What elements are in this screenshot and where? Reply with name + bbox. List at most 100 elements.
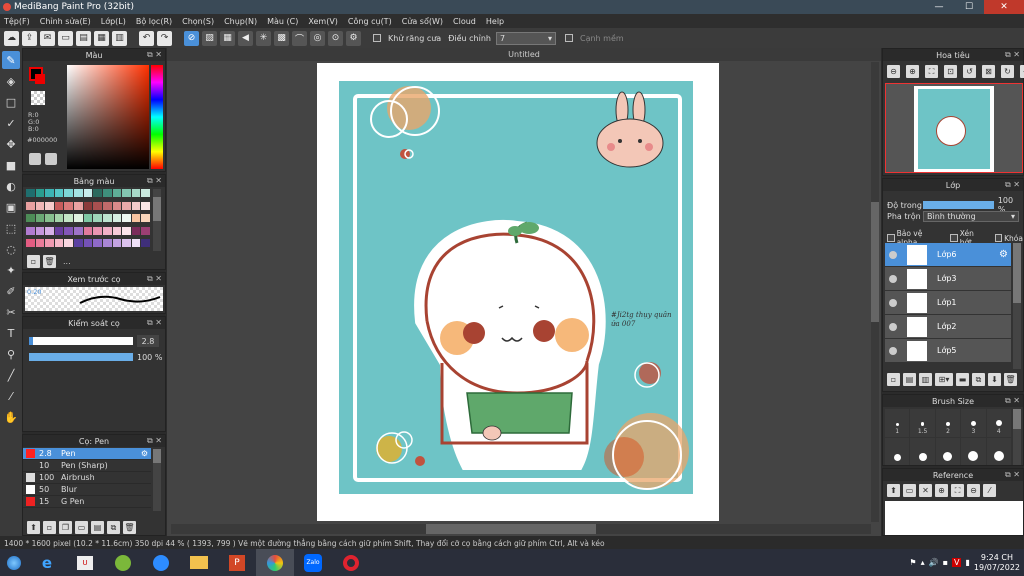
new-halftone-layer-icon[interactable]: ▤ [903, 373, 916, 386]
select-tool-icon[interactable]: ⬚ [2, 219, 20, 237]
new-brush-icon[interactable]: ▫ [43, 521, 56, 534]
layer-menu-icon[interactable]: ⊞▾ [935, 373, 953, 386]
close-button[interactable]: ✕ [984, 0, 1024, 14]
select-eraser-icon[interactable]: ✂ [2, 303, 20, 321]
zoom-in-icon[interactable]: ⊕ [906, 65, 919, 78]
message-icon[interactable]: ▭ [58, 30, 73, 46]
brush-size-scrollbar[interactable] [1013, 409, 1021, 465]
reference-view[interactable] [885, 501, 1023, 535]
menu-color[interactable]: Màu (C) [267, 17, 298, 26]
panel-options-icon[interactable]: ⧉ ✕ [1005, 180, 1020, 190]
circle-snap-icon[interactable]: ◎ [310, 30, 325, 46]
snap-off-icon[interactable]: ⊘ [184, 30, 199, 46]
volume-icon[interactable]: 🔊 [929, 558, 939, 567]
ref-eyedropper-icon[interactable]: ⁄ [983, 484, 996, 497]
brush-size-cell[interactable] [961, 437, 986, 465]
canvas-area[interactable]: Untitled #Ji2tg thụy quân ứa 007 [167, 48, 881, 536]
hue-slider[interactable] [151, 65, 163, 169]
eye-icon[interactable] [889, 274, 897, 283]
vertical-scrollbar[interactable] [871, 62, 879, 522]
clipping-checkbox[interactable] [950, 234, 958, 242]
layer-item[interactable]: Lớp1 [885, 291, 1011, 315]
brush-item[interactable]: 2.8 Pen ⚙ [23, 448, 151, 460]
panel-options-icon[interactable]: ⧉ ✕ [147, 274, 162, 284]
brush-duplicate-icon[interactable]: ⧉ [107, 521, 120, 534]
taskbar-powerpoint-icon[interactable]: P [218, 549, 256, 576]
panel-options-icon[interactable]: ⧉ ✕ [1005, 396, 1020, 406]
antialias-checkbox[interactable] [373, 34, 381, 42]
taskbar-medibang-icon[interactable] [256, 549, 294, 576]
gradient-tool-icon[interactable]: ▣ [2, 198, 20, 216]
brush-size-cell[interactable]: 3 [961, 409, 986, 437]
eye-icon[interactable] [889, 346, 897, 355]
upload-icon[interactable]: ⇪ [22, 30, 37, 46]
clock[interactable]: 9:24 CH 19/07/2022 [974, 553, 1020, 573]
grid-icon[interactable]: ▦ [94, 30, 109, 46]
network-icon[interactable]: ▮ [965, 558, 969, 567]
ref-zoom-out-icon[interactable]: ⊖ [967, 484, 980, 497]
palette-scrollbar[interactable] [153, 189, 161, 251]
brush-size-cell[interactable]: 1.5 [910, 409, 935, 437]
brush-size-cell[interactable] [885, 437, 910, 465]
ref-fit-icon[interactable]: ⛶ [951, 484, 964, 497]
document-page[interactable]: #Ji2tg thụy quân ứa 007 [317, 63, 719, 521]
ref-upload-icon[interactable]: ⬆ [887, 484, 900, 497]
new-palette-icon[interactable]: ▫ [27, 255, 40, 268]
lasso-tool-icon[interactable]: ◌ [2, 240, 20, 258]
concentric-snap-icon[interactable]: ⊙ [328, 30, 343, 46]
duplicate-layer-icon[interactable]: ⧉ [972, 373, 985, 386]
palette-swatch-grid[interactable] [26, 189, 150, 251]
check-tool-icon[interactable]: ✓ [2, 114, 20, 132]
sv-color-picker[interactable] [67, 65, 149, 169]
layer-scrollbar[interactable] [1013, 243, 1021, 369]
taskbar-unikey-icon[interactable]: U [66, 549, 104, 576]
layer-folder-icon[interactable]: ▬ [956, 373, 969, 386]
ref-open-icon[interactable]: ▭ [903, 484, 916, 497]
eye-icon[interactable] [889, 322, 897, 331]
minimize-button[interactable]: — [924, 0, 954, 14]
divide-tool-icon[interactable]: ╱ [2, 366, 20, 384]
menu-edit[interactable]: Chỉnh sửa(E) [40, 17, 91, 26]
palette-mode-icon-2[interactable] [45, 153, 57, 165]
vanish-snap-icon[interactable]: ◀ [238, 30, 253, 46]
panel-options-icon[interactable]: ⧉ ✕ [147, 176, 162, 186]
settings-snap-icon[interactable]: ⚙ [346, 30, 361, 46]
comment-icon[interactable]: ✉ [40, 30, 55, 46]
layer-opacity-slider[interactable] [922, 201, 994, 209]
layer-item[interactable]: Lớp5 [885, 339, 1011, 363]
delete-brush-icon[interactable]: 🗑 [123, 521, 136, 534]
horizontal-scrollbar[interactable] [171, 524, 871, 534]
flag-icon[interactable]: ⚑ [909, 558, 916, 567]
adjust-select[interactable]: 7 ▾ [495, 31, 556, 45]
palette-mode-icon[interactable] [29, 153, 41, 165]
add-brush-icon[interactable]: ⬆ [27, 521, 40, 534]
maximize-button[interactable]: ☐ [954, 0, 984, 14]
gear-icon[interactable]: ⚙ [141, 449, 148, 458]
navigator-preview[interactable] [885, 83, 1023, 173]
windows-start-icon[interactable] [0, 549, 28, 576]
layout-icon[interactable]: ▤ [76, 30, 91, 46]
delete-layer-icon[interactable]: 🗑 [1004, 373, 1017, 386]
brush-size-value[interactable]: 2.8 [137, 335, 159, 347]
brush-item[interactable]: 50 Blur [23, 484, 151, 496]
tray-app-icon[interactable]: ▪ [943, 558, 948, 567]
radial-snap-icon[interactable]: ✳ [256, 30, 271, 46]
brush-item[interactable]: 100 Airbrush [23, 472, 151, 484]
radial-grid-icon[interactable]: ▩ [274, 30, 289, 46]
new-layer-icon[interactable]: ▫ [887, 373, 900, 386]
menu-cloud[interactable]: Cloud [453, 17, 476, 26]
brush-item[interactable]: 10 Pen (Sharp) [23, 460, 151, 472]
new-mono-layer-icon[interactable]: ▥ [919, 373, 932, 386]
flip-icon[interactable]: ⇔ [1020, 65, 1024, 78]
brush-opacity-slider[interactable] [29, 353, 133, 361]
brush-list-scrollbar[interactable] [153, 449, 161, 511]
taskbar-ie-icon[interactable]: e [28, 549, 66, 576]
merge-layer-icon[interactable]: ⬇ [988, 373, 1001, 386]
brush-size-grid[interactable]: 1 1.5 2 3 4 [885, 409, 1011, 465]
brush-folder-icon[interactable]: ▭ [75, 521, 88, 534]
zoom-out-icon[interactable]: ⊖ [887, 65, 900, 78]
taskbar-zoom-icon[interactable] [142, 549, 180, 576]
menu-help[interactable]: Help [486, 17, 504, 26]
document-tab[interactable]: Untitled [167, 48, 881, 61]
background-color-swatch[interactable] [35, 74, 45, 84]
